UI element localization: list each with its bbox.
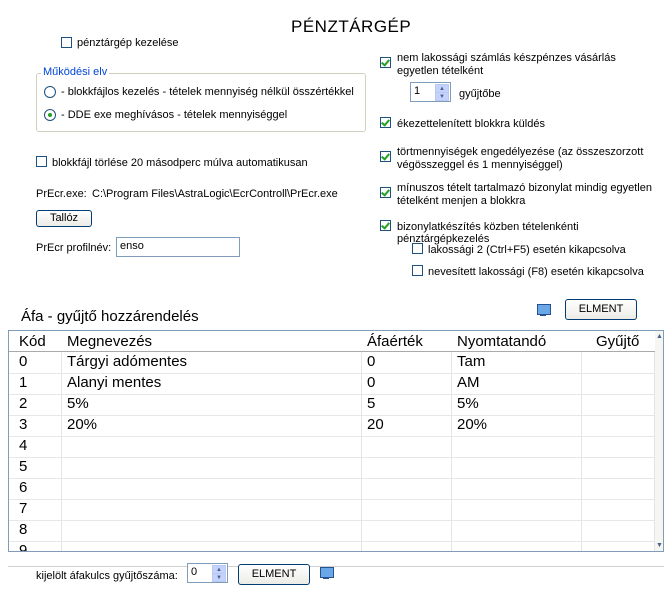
table-row[interactable]: 9 <box>9 541 663 551</box>
gyujtoszam-stepper[interactable]: 0 ▲ ▼ <box>187 563 228 583</box>
cell-kod[interactable]: 7 <box>19 500 27 517</box>
dde-exe-radio-label: - DDE exe meghívásos - tételek mennyiség… <box>61 109 288 121</box>
computer-icon <box>535 304 551 318</box>
minuszos-line1: mínuszos tételt tartalmazó bizonylat min… <box>397 182 652 194</box>
table-row[interactable]: 3 20% 20 20% <box>9 415 663 437</box>
elment-top-button[interactable]: ELMENT <box>565 299 637 320</box>
table-row[interactable]: 5 <box>9 457 663 479</box>
cell-kod[interactable]: 5 <box>19 458 27 475</box>
cell-kod[interactable]: 0 <box>19 353 27 370</box>
cell-megnevezes[interactable]: Tárgyi adómentes <box>67 353 187 370</box>
page-title: PÉNZTÁRGÉP <box>291 17 412 36</box>
spin-down-icon[interactable]: ▼ <box>435 92 449 101</box>
nevesitett-checkbox[interactable] <box>412 265 423 276</box>
table-row[interactable]: 6 <box>9 478 663 500</box>
cell-nyomtatando[interactable]: Tam <box>457 353 485 370</box>
header-megnevezes[interactable]: Megnevezés <box>67 333 152 350</box>
lakossagi2-checkbox[interactable] <box>412 243 423 254</box>
nem-lakossagi-line1: nem lakossági számlás készpénzes vásárlá… <box>397 52 616 64</box>
tortmennyiseg-line1: törtmennyiségek engedélyezése (az összes… <box>397 146 644 158</box>
cell-nyomtatando[interactable]: 5% <box>457 395 479 412</box>
precr-exe-path: C:\Program Files\AstraLogic\EcrControll\… <box>92 188 338 200</box>
cell-kod[interactable]: 3 <box>19 416 27 433</box>
table-scrollbar[interactable]: ▲ ▼ <box>655 331 663 551</box>
header-kod[interactable]: Kód <box>19 333 46 350</box>
ekezettelenitett-checkbox[interactable] <box>380 117 391 128</box>
header-nyomtatando[interactable]: Nyomtatandó <box>457 333 546 350</box>
tortmennyiseg-label: törtmennyiségek engedélyezése (az összes… <box>397 146 643 172</box>
minuszos-label: mínuszos tételt tartalmazó bizonylat min… <box>397 182 652 208</box>
elment-bottom-button[interactable]: ELMENT <box>238 564 310 585</box>
precr-exe-label: PrEcr.exe: <box>36 188 87 200</box>
profilnev-label: PrEcr profilnév: <box>36 242 112 254</box>
cell-kod[interactable]: 1 <box>19 374 27 391</box>
nem-lakossagi-checkbox[interactable] <box>380 57 391 68</box>
lakossagi2-label: lakossági 2 (Ctrl+F5) esetén kikapcsolva <box>428 244 626 256</box>
bizonylatkeszites-checkbox[interactable] <box>380 220 391 231</box>
table-row[interactable]: 7 <box>9 499 663 521</box>
cell-afaertek[interactable]: 5 <box>367 395 375 412</box>
nem-lakossagi-label: nem lakossági számlás készpénzes vásárlá… <box>397 52 616 78</box>
table-header: Kód Megnevezés Áfaérték Nyomtatandó Gyűj… <box>9 331 663 352</box>
profilnev-input[interactable]: enso <box>116 237 240 257</box>
cell-megnevezes[interactable]: 20% <box>67 416 97 433</box>
cell-megnevezes[interactable]: 5% <box>67 395 89 412</box>
nem-lakossagi-line2: egyetlen tételként <box>397 65 484 77</box>
gyujtobe-label: gyűjtőbe <box>459 88 501 100</box>
bottom-divider <box>8 566 664 567</box>
penztargep-kezelese-checkbox[interactable] <box>61 37 72 48</box>
gyujtoszam-label: kijelölt áfakulcs gyűjtőszáma: <box>36 570 178 582</box>
gyujto-stepper-value: 1 <box>414 85 421 97</box>
cell-kod[interactable]: 6 <box>19 479 27 496</box>
cell-nyomtatando[interactable]: 20% <box>457 416 487 433</box>
scroll-down-icon[interactable]: ▼ <box>656 542 663 549</box>
blokkfajl-radio-label: - blokkfájlos kezelés - tételek mennyisé… <box>61 86 354 98</box>
blokkfajl-torlese-checkbox[interactable] <box>36 156 47 167</box>
tortmennyiseg-checkbox[interactable] <box>380 151 391 162</box>
cell-kod[interactable]: 4 <box>19 437 27 454</box>
dde-exe-radio[interactable] <box>44 109 56 121</box>
cell-afaertek[interactable]: 20 <box>367 416 384 433</box>
ekezettelenitett-label: ékezettelenített blokkra küldés <box>397 118 545 130</box>
header-gyujto[interactable]: Gyűjtő <box>596 333 639 350</box>
gyujto-stepper[interactable]: 1 ▲ ▼ <box>410 82 451 102</box>
cell-afaertek[interactable]: 0 <box>367 374 375 391</box>
minuszos-line2: tételként menjen a blokkra <box>397 195 526 207</box>
cell-afaertek[interactable]: 0 <box>367 353 375 370</box>
mukodesi-elv-legend: Működési elv <box>41 66 110 78</box>
bizonylatkeszites-label: bizonylatkészítés közben tételenkénti pé… <box>397 221 579 245</box>
minuszos-checkbox[interactable] <box>380 187 391 198</box>
gyujtoszam-value: 0 <box>191 566 198 578</box>
header-afaertek[interactable]: Áfaérték <box>367 333 423 350</box>
cell-megnevezes[interactable]: Alanyi mentes <box>67 374 161 391</box>
table-row[interactable]: 0 Tárgyi adómentes 0 Tam <box>9 352 663 374</box>
nevesitett-label: nevesített lakossági (F8) esetén kikapcs… <box>428 266 644 278</box>
blokkfajl-torlese-label: blokkfájl törlése 20 másodperc múlva aut… <box>52 157 308 169</box>
table-row[interactable]: 1 Alanyi mentes 0 AM <box>9 373 663 395</box>
talloz-button[interactable]: Tallóz <box>36 210 92 227</box>
blokkfajl-radio[interactable] <box>44 86 56 98</box>
table-row[interactable]: 8 <box>9 520 663 542</box>
spin-down-icon[interactable]: ▼ <box>212 573 226 582</box>
cell-kod[interactable]: 2 <box>19 395 27 412</box>
afa-table: Kód Megnevezés Áfaérték Nyomtatandó Gyűj… <box>8 330 664 552</box>
tortmennyiseg-line2: végösszeggel és 1 mennyiséggel) <box>397 159 563 171</box>
computer-icon <box>318 567 334 581</box>
scroll-up-icon[interactable]: ▲ <box>656 333 663 340</box>
cell-nyomtatando[interactable]: AM <box>457 374 480 391</box>
cell-kod[interactable]: 9 <box>19 542 27 551</box>
penztargep-kezelese-label: pénztárgép kezelése <box>77 37 179 49</box>
mukodesi-elv-group <box>36 73 366 132</box>
afa-section-title: Áfa - gyűjtő hozzárendelés <box>21 308 199 325</box>
table-row[interactable]: 2 5% 5 5% <box>9 394 663 416</box>
cell-kod[interactable]: 8 <box>19 521 27 538</box>
table-row[interactable]: 4 <box>9 436 663 458</box>
